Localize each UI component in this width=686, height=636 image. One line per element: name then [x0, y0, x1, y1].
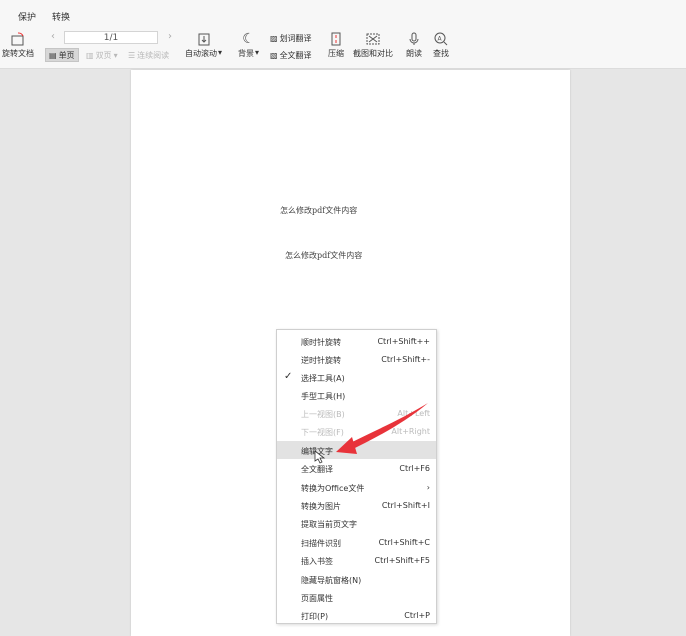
- menu-item-shortcut: Ctrl+Shift+C: [378, 538, 430, 547]
- menu-item-convert-office[interactable]: 转换为Office文件 ›: [277, 478, 436, 496]
- word-translate-button[interactable]: ▨ 划词翻译: [270, 33, 312, 44]
- chevron-down-icon: ▾: [255, 48, 260, 57]
- menu-item-label: 上一视图(B): [301, 410, 345, 419]
- double-page-icon: ▥: [86, 51, 94, 60]
- menu-tab-protect[interactable]: 保护: [18, 10, 36, 23]
- find-label: 查找: [433, 49, 449, 58]
- menu-item-label: 手型工具(H): [301, 392, 346, 401]
- menu-item-label: 打印(P): [301, 612, 329, 621]
- continuous-read-button[interactable]: ☰ 连续阅读: [128, 50, 169, 61]
- read-aloud-label: 朗读: [406, 49, 422, 58]
- menu-tab-convert[interactable]: 转换: [52, 10, 70, 23]
- read-aloud-button[interactable]: 朗读: [405, 30, 423, 59]
- full-translate-button[interactable]: ▧ 全文翻译: [270, 50, 312, 61]
- menu-item-print[interactable]: 打印(P) Ctrl+P: [277, 606, 436, 624]
- auto-scroll-label: 自动滚动: [185, 49, 217, 58]
- menu-item-label: 隐藏导航窗格(N): [301, 576, 362, 585]
- word-translate-icon: ▨: [270, 34, 278, 43]
- full-translate-label: 全文翻译: [279, 51, 312, 60]
- single-page-icon: ▤: [49, 50, 57, 60]
- checkmark-icon: ✓: [284, 371, 293, 382]
- page-number-input[interactable]: 1/1: [64, 31, 158, 44]
- rotate-doc-label: 旋转文档: [2, 49, 34, 58]
- menu-item-shortcut: Ctrl+F6: [399, 464, 430, 473]
- rotate-doc-button[interactable]: 旋转文档: [2, 30, 34, 59]
- menu-item-label: 转换为图片: [301, 502, 341, 511]
- single-page-label: 单页: [58, 50, 75, 60]
- menu-item-shortcut: Ctrl+Shift+F5: [374, 556, 430, 565]
- next-page-icon[interactable]: ›: [168, 31, 172, 42]
- menu-item-shortcut: Ctrl+Shift+I: [381, 501, 430, 510]
- menu-item-extract-text[interactable]: 提取当前页文字: [277, 514, 436, 532]
- menu-item-scan-recognize[interactable]: 扫描件识别 Ctrl+Shift+C: [277, 533, 436, 551]
- auto-scroll-icon: [195, 30, 213, 48]
- search-icon: A: [432, 30, 450, 48]
- context-menu: 顺时针旋转 Ctrl+Shift++ 逆时针旋转 Ctrl+Shift+- ✓ 选择工…: [276, 329, 437, 624]
- compress-label: 压缩: [328, 49, 344, 58]
- menu-item-previous-view: 上一视图(B) Alt+Left: [277, 404, 436, 422]
- menu-item-label: 编辑文字: [301, 447, 333, 456]
- menu-item-shortcut: Ctrl+P: [404, 611, 430, 620]
- menu-item-rotate-clockwise[interactable]: 顺时针旋转 Ctrl+Shift++: [277, 332, 436, 350]
- screenshot-icon: [364, 30, 382, 48]
- menu-item-full-translate[interactable]: 全文翻译 Ctrl+F6: [277, 459, 436, 477]
- menu-item-label: 插入书签: [301, 557, 333, 566]
- svg-text:A: A: [438, 36, 443, 43]
- find-button[interactable]: A 查找: [432, 30, 450, 59]
- menu-item-select-tool[interactable]: ✓ 选择工具(A): [277, 368, 436, 386]
- menu-item-edit-text[interactable]: 编辑文字: [277, 441, 436, 459]
- menu-item-label: 页面属性: [301, 594, 333, 603]
- chevron-down-icon: ▾: [218, 48, 223, 57]
- menu-item-rotate-counterclockwise[interactable]: 逆时针旋转 Ctrl+Shift+-: [277, 350, 436, 368]
- menu-item-convert-image[interactable]: 转换为图片 Ctrl+Shift+I: [277, 496, 436, 514]
- chevron-down-icon: ▾: [113, 51, 118, 60]
- menu-item-shortcut: Alt+Right: [391, 427, 430, 436]
- menu-item-page-properties[interactable]: 页面属性: [277, 588, 436, 606]
- menu-item-hand-tool[interactable]: 手型工具(H): [277, 386, 436, 404]
- menu-item-shortcut: Alt+Left: [397, 409, 430, 418]
- double-page-button[interactable]: ▥ 双页 ▾: [86, 50, 118, 61]
- compress-button[interactable]: 压缩: [327, 30, 345, 59]
- menu-item-label: 下一视图(F): [301, 428, 344, 437]
- document-text-line[interactable]: 怎么修改pdf文件内容: [285, 250, 362, 261]
- rotate-icon: [9, 30, 27, 48]
- menu-item-next-view: 下一视图(F) Alt+Right: [277, 422, 436, 440]
- screenshot-compare-button[interactable]: 截图和对比: [353, 30, 393, 59]
- menu-item-label: 全文翻译: [301, 465, 333, 474]
- menu-item-label: 逆时针旋转: [301, 356, 341, 365]
- submenu-arrow-icon: ›: [426, 483, 430, 492]
- word-translate-label: 划词翻译: [279, 34, 312, 43]
- continuous-read-label: 连续阅读: [137, 51, 170, 60]
- toolbar: 保护 转换 旋转文档 ‹ 1/1 › ▤ 单页 ▥ 双页 ▾ ☰ 连续阅读 自动…: [0, 0, 686, 69]
- background-text: 背景 ▾: [238, 48, 259, 59]
- double-page-label: 双页: [95, 51, 112, 60]
- menu-item-label: 扫描件识别: [301, 539, 341, 548]
- menu-item-label: 选择工具(A): [301, 374, 345, 383]
- single-page-button[interactable]: ▤ 单页: [45, 48, 79, 62]
- background-button[interactable]: ☾ 背景 ▾: [238, 30, 259, 59]
- continuous-read-icon: ☰: [128, 51, 136, 60]
- document-text-line[interactable]: 怎么修改pdf文件内容: [280, 205, 357, 216]
- background-label: 背景: [238, 49, 254, 58]
- menu-item-label: 顺时针旋转: [301, 338, 341, 347]
- prev-page-icon[interactable]: ‹: [51, 31, 55, 42]
- microphone-icon: [405, 30, 423, 48]
- menu-item-label: 转换为Office文件: [301, 484, 365, 493]
- moon-icon: ☾: [242, 31, 255, 47]
- menu-item-hide-nav-pane[interactable]: 隐藏导航窗格(N): [277, 570, 436, 588]
- menu-item-insert-bookmark[interactable]: 插入书签 Ctrl+Shift+F5: [277, 551, 436, 569]
- menu-item-shortcut: Ctrl+Shift++: [377, 337, 430, 346]
- menu-item-label: 提取当前页文字: [301, 520, 357, 529]
- full-translate-icon: ▧: [270, 51, 278, 60]
- menu-item-shortcut: Ctrl+Shift+-: [381, 355, 430, 364]
- screenshot-compare-label: 截图和对比: [353, 49, 393, 58]
- auto-scroll-text: 自动滚动 ▾: [185, 48, 222, 59]
- auto-scroll-button[interactable]: 自动滚动 ▾: [185, 30, 222, 59]
- compress-icon: [327, 30, 345, 48]
